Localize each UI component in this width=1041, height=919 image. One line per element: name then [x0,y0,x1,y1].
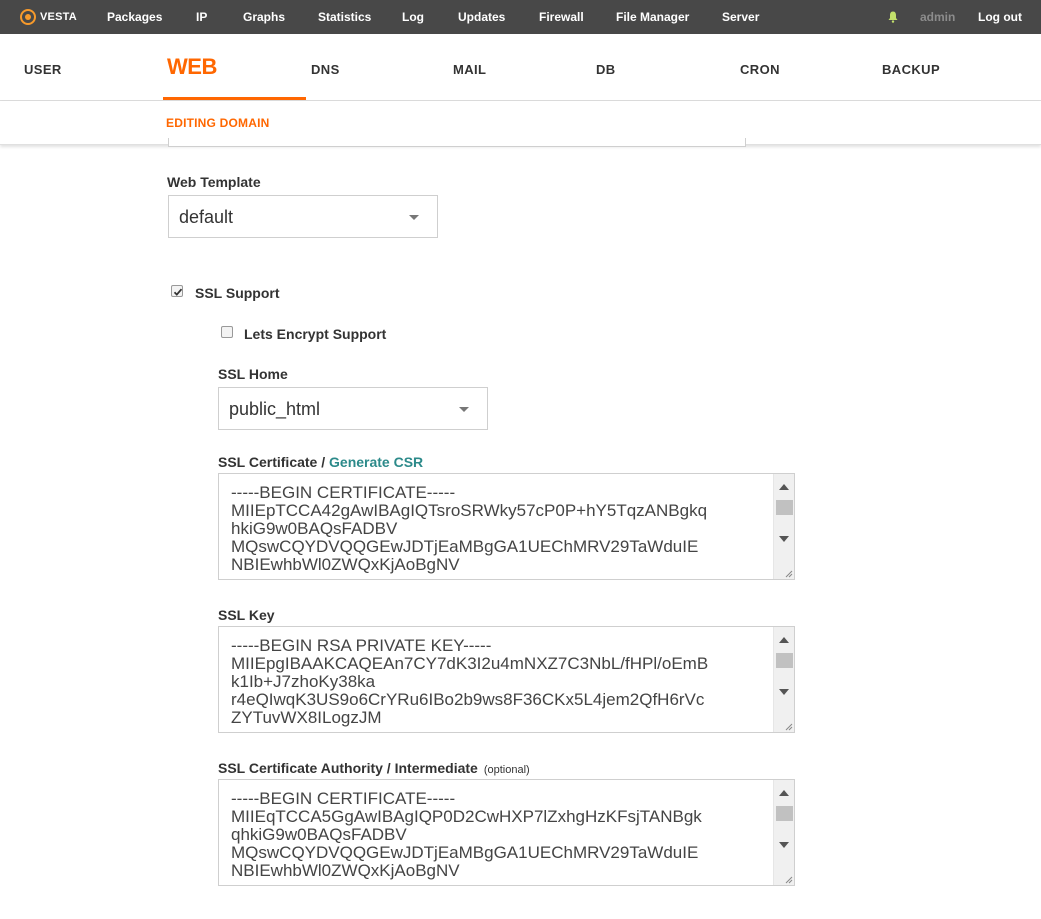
ssl-ca-textarea[interactable]: -----BEGIN CERTIFICATE----- MIIEqTCCA5Gg… [218,779,795,886]
chevron-down-icon [409,215,419,220]
bell-icon[interactable] [888,11,898,23]
ssl-key-textarea[interactable]: -----BEGIN RSA PRIVATE KEY----- MIIEpgIB… [218,626,795,733]
nav-statistics[interactable]: Statistics [318,10,371,24]
nav-packages[interactable]: Packages [107,10,162,24]
vesta-logo[interactable]: VESTA [20,8,77,26]
tab-dns[interactable]: DNS [311,62,340,77]
nav-log[interactable]: Log [402,10,424,24]
previous-field-input[interactable] [168,138,746,147]
current-user-link[interactable]: admin [920,10,955,24]
chevron-down-icon [459,407,469,412]
top-navigation-bar: VESTA Packages IP Graphs Statistics Log … [0,0,1041,34]
scrollbar-thumb[interactable] [776,653,793,668]
logout-link[interactable]: Log out [978,10,1022,24]
ssl-ca-text: -----BEGIN CERTIFICATE----- MIIEqTCCA5Gg… [231,789,702,880]
ssl-ca-label: SSL Certificate Authority / Intermediate… [218,760,530,776]
scroll-down-icon[interactable] [779,842,789,848]
lets-encrypt-label[interactable]: Lets Encrypt Support [244,326,386,342]
optional-hint: (optional) [483,764,530,776]
tab-db[interactable]: DB [596,62,616,77]
ssl-home-label: SSL Home [218,366,288,382]
tab-backup[interactable]: BACKUP [882,62,940,77]
tab-web[interactable]: WEB [167,54,217,80]
ssl-home-select[interactable]: public_html [218,387,488,430]
section-tab-bar: USER WEB DNS MAIL DB CRON BACKUP [0,34,1041,101]
scrollbar[interactable] [773,474,794,579]
checkmark-icon [173,288,183,296]
scrollbar[interactable] [773,627,794,732]
scroll-down-icon[interactable] [779,536,789,542]
tab-user[interactable]: USER [24,62,62,77]
vesta-logo-icon [20,9,36,25]
resize-grip-icon[interactable] [784,875,793,884]
nav-firewall[interactable]: Firewall [539,10,584,24]
scroll-up-icon[interactable] [779,484,789,490]
ssl-certificate-label: SSL Certificate / Generate CSR [218,454,423,470]
scroll-down-icon[interactable] [779,689,789,695]
generate-csr-link[interactable]: Generate CSR [329,454,423,470]
nav-updates[interactable]: Updates [458,10,505,24]
resize-grip-icon[interactable] [784,722,793,731]
scrollbar-thumb[interactable] [776,500,793,515]
active-tab-indicator [163,97,306,100]
ssl-support-checkbox[interactable] [171,285,183,297]
ssl-key-text: -----BEGIN RSA PRIVATE KEY----- MIIEpgIB… [231,636,709,727]
ssl-certificate-label-text: SSL Certificate / [218,454,326,470]
nav-file-manager[interactable]: File Manager [616,10,689,24]
ssl-certificate-text: -----BEGIN CERTIFICATE----- MIIEpTCCA42g… [231,483,708,574]
nav-ip[interactable]: IP [196,10,207,24]
ssl-ca-label-text: SSL Certificate Authority / Intermediate [218,760,478,776]
ssl-key-label: SSL Key [218,607,275,623]
resize-grip-icon[interactable] [784,569,793,578]
scroll-up-icon[interactable] [779,790,789,796]
scroll-up-icon[interactable] [779,637,789,643]
web-template-label: Web Template [167,174,261,190]
tab-cron[interactable]: CRON [740,62,780,77]
page-title: EDITING DOMAIN [166,116,270,130]
ssl-home-value: public_html [229,399,321,419]
lets-encrypt-checkbox[interactable] [221,326,233,338]
brand-name: VESTA [40,11,77,23]
web-template-select[interactable]: default [168,195,438,238]
ssl-certificate-textarea[interactable]: -----BEGIN CERTIFICATE----- MIIEpTCCA42g… [218,473,795,580]
nav-server[interactable]: Server [722,10,759,24]
scrollbar-thumb[interactable] [776,806,793,821]
scrollbar[interactable] [773,780,794,885]
ssl-support-label[interactable]: SSL Support [195,285,280,301]
tab-mail[interactable]: MAIL [453,62,486,77]
nav-graphs[interactable]: Graphs [243,10,285,24]
web-template-value: default [179,207,234,227]
